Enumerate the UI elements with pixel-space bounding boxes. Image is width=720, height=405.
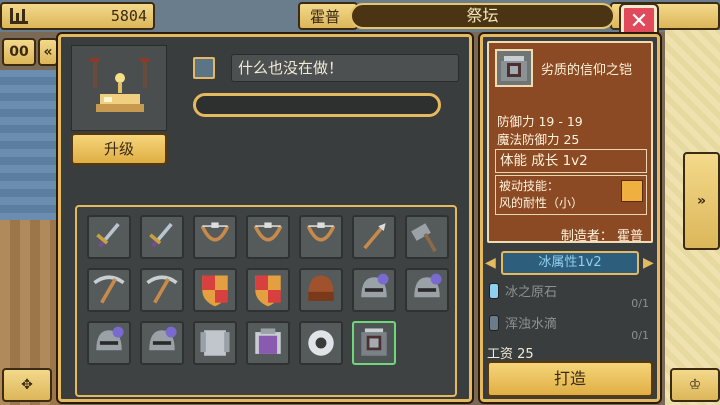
item-slot[interactable] bbox=[299, 215, 343, 259]
item-slot[interactable] bbox=[299, 321, 343, 365]
armor-icon bbox=[495, 49, 533, 87]
leather-helmet-icon bbox=[308, 275, 334, 301]
growth-stat: 体能 成长 1v2 bbox=[495, 149, 647, 173]
altar-preview bbox=[71, 45, 167, 131]
item-slot[interactable] bbox=[352, 215, 396, 259]
item-slot[interactable] bbox=[405, 268, 449, 312]
item-slot[interactable] bbox=[87, 215, 131, 259]
crown-icon[interactable]: ♔ bbox=[670, 368, 720, 402]
forge-button[interactable]: 打造 bbox=[487, 361, 653, 397]
item-slot[interactable] bbox=[193, 268, 237, 312]
attribute-selector: ◀ 冰属性1v2 ▶ bbox=[483, 251, 657, 275]
rewind-button[interactable]: « bbox=[38, 38, 58, 66]
knight-helmet-icon bbox=[96, 326, 124, 351]
pause-button[interactable]: 00 bbox=[2, 38, 36, 66]
ice-stone-icon bbox=[489, 283, 499, 299]
item-slot[interactable] bbox=[140, 215, 184, 259]
shield-icon bbox=[255, 275, 281, 307]
item-info-card: 劣质的信仰之铠 防御力 19 - 19 魔法防御力 25 体能 成长 1v2 被… bbox=[487, 41, 653, 244]
next-page-button[interactable]: » bbox=[683, 152, 720, 250]
item-grid bbox=[75, 205, 457, 397]
sword-icon bbox=[149, 222, 173, 248]
ring-icon bbox=[308, 330, 334, 356]
armor-icon bbox=[361, 328, 387, 356]
ornate-armor-icon bbox=[255, 328, 281, 354]
attr-prev-icon[interactable]: ◀ bbox=[485, 253, 497, 273]
material-count: 0/1 bbox=[631, 329, 649, 342]
altar-icon bbox=[90, 58, 150, 112]
wind-skill-icon bbox=[621, 180, 643, 202]
item-slot[interactable] bbox=[87, 268, 131, 312]
item-slot[interactable] bbox=[193, 215, 237, 259]
auto-checkbox[interactable] bbox=[193, 57, 215, 79]
status-text: 什么也没在做！ bbox=[231, 54, 459, 82]
material-row: 冰之原石 0/1 bbox=[489, 279, 653, 315]
window-title: 祭坛 bbox=[350, 3, 615, 29]
material-count: 0/1 bbox=[631, 297, 649, 310]
upgrade-button[interactable]: 升级 bbox=[71, 133, 167, 165]
item-slot[interactable] bbox=[87, 321, 131, 365]
pickaxe-icon bbox=[93, 275, 125, 304]
progress-bar bbox=[193, 93, 441, 117]
shield-icon bbox=[202, 275, 228, 307]
item-slot[interactable] bbox=[299, 268, 343, 312]
magic-defense-stat: 魔法防御力 25 bbox=[497, 132, 580, 147]
hero-tab[interactable]: 霍普 bbox=[298, 2, 358, 30]
knight-helmet-icon bbox=[149, 326, 177, 351]
attr-next-icon[interactable]: ▶ bbox=[643, 253, 655, 273]
altar-panel: 升级 什么也没在做！ bbox=[58, 34, 472, 402]
item-slot[interactable] bbox=[405, 215, 449, 259]
maker-label: 制造者： 霍普 bbox=[560, 229, 643, 244]
item-slot[interactable] bbox=[246, 321, 290, 365]
sword-icon bbox=[96, 222, 120, 248]
material-row: 浑浊水滴 0/1 bbox=[489, 311, 653, 347]
defense-stat: 防御力 19 - 19 bbox=[497, 114, 583, 129]
item-slot[interactable] bbox=[246, 215, 290, 259]
spear-icon bbox=[363, 223, 386, 250]
bow-icon bbox=[200, 222, 230, 242]
knight-helmet-icon bbox=[414, 273, 442, 298]
gold-counter: 5804 bbox=[0, 2, 155, 30]
item-name: 劣质的信仰之铠 bbox=[541, 63, 633, 78]
item-slot[interactable] bbox=[352, 321, 396, 365]
item-slot[interactable] bbox=[352, 268, 396, 312]
water-drop-icon bbox=[489, 315, 499, 331]
item-slot[interactable] bbox=[246, 268, 290, 312]
knight-helmet-icon bbox=[361, 273, 389, 298]
item-slot[interactable] bbox=[140, 321, 184, 365]
gold-amount: 5804 bbox=[110, 7, 147, 25]
attribute-label[interactable]: 冰属性1v2 bbox=[501, 251, 639, 275]
chainmail-icon bbox=[200, 330, 230, 356]
hero-tab-label: 霍普 bbox=[310, 7, 341, 26]
material-name: 冰之原石 bbox=[505, 285, 558, 300]
dpad-icon[interactable]: ✥ bbox=[2, 368, 52, 402]
bow-icon bbox=[306, 222, 336, 242]
item-slot[interactable] bbox=[193, 321, 237, 365]
pickaxe-icon bbox=[146, 275, 178, 304]
hammer-icon bbox=[411, 223, 437, 253]
passive-skill: 被动技能： 风的耐性（小） bbox=[495, 175, 647, 215]
item-slot[interactable] bbox=[140, 268, 184, 312]
material-name: 浑浊水滴 bbox=[505, 317, 558, 332]
money-chart-icon bbox=[10, 8, 28, 24]
item-detail-panel: 劣质的信仰之铠 防御力 19 - 19 魔法防御力 25 体能 成长 1v2 被… bbox=[480, 34, 660, 402]
wage-label: 工资 25 bbox=[487, 347, 534, 362]
bow-icon bbox=[253, 222, 283, 242]
